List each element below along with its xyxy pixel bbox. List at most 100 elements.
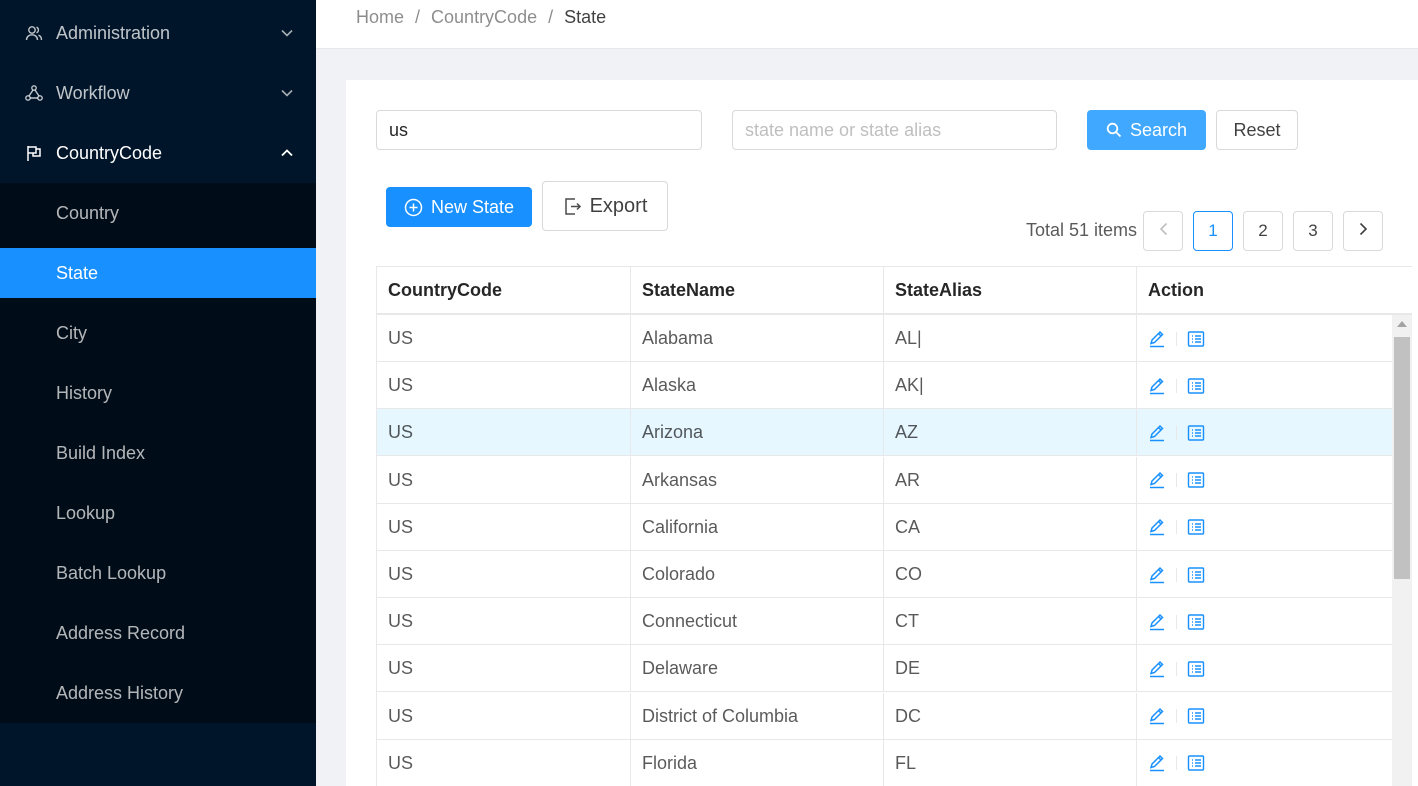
chevron-left-icon (1159, 221, 1168, 241)
sidebar-item-history[interactable]: History (0, 368, 316, 418)
export-button[interactable]: Export (542, 181, 668, 231)
country-code-input[interactable]: us (376, 110, 702, 150)
detail-list-icon[interactable] (1187, 330, 1205, 348)
table-row[interactable]: US Arkansas AR (377, 456, 1392, 504)
sidebar-item-batch-lookup[interactable]: Batch Lookup (0, 548, 316, 598)
edit-icon[interactable] (1148, 754, 1166, 772)
edit-icon[interactable] (1148, 613, 1166, 631)
breadcrumb: Home / CountryCode / State (356, 7, 606, 28)
states-table: CountryCode StateName StateAlias Action … (376, 266, 1412, 786)
detail-list-icon[interactable] (1187, 424, 1205, 442)
state-search-input[interactable]: state name or state alias (732, 110, 1057, 150)
cell-countrycode: US (377, 362, 631, 410)
sidebar: Administration Workflow CountryCode Coun… (0, 0, 316, 786)
pagination-prev[interactable] (1143, 211, 1183, 251)
cell-statealias: DE (884, 645, 1137, 693)
sidebar-item-lookup[interactable]: Lookup (0, 488, 316, 538)
pagination-next[interactable] (1343, 211, 1383, 251)
cell-action (1137, 315, 1392, 362)
sidebar-item-city[interactable]: City (0, 308, 316, 358)
detail-list-icon[interactable] (1187, 754, 1205, 772)
detail-list-icon[interactable] (1187, 377, 1205, 395)
action-divider (1176, 473, 1177, 488)
export-label: Export (589, 194, 648, 217)
column-header-statename[interactable]: StateName (631, 267, 884, 313)
cell-action (1137, 457, 1392, 504)
sidebar-item-country[interactable]: Country (0, 188, 316, 238)
pagination-page-2[interactable]: 2 (1243, 211, 1283, 251)
table-row[interactable]: US Alaska AK| (377, 362, 1392, 410)
edit-icon[interactable] (1148, 471, 1166, 489)
detail-list-icon[interactable] (1187, 613, 1205, 631)
flag-icon (24, 143, 44, 163)
reset-button[interactable]: Reset (1216, 110, 1298, 150)
cell-statealias: CO (884, 551, 1137, 598)
sidebar-item-address-record[interactable]: Address Record (0, 608, 316, 658)
column-header-countrycode[interactable]: CountryCode (377, 267, 631, 313)
edit-icon[interactable] (1148, 566, 1166, 584)
sidebar-item-build-index[interactable]: Build Index (0, 428, 316, 478)
cell-statename: Alabama (631, 315, 884, 362)
cell-statename: Delaware (631, 645, 884, 693)
edit-icon[interactable] (1148, 424, 1166, 442)
pagination-page-1[interactable]: 1 (1193, 211, 1233, 251)
edit-icon[interactable] (1148, 707, 1166, 725)
scroll-thumb[interactable] (1394, 337, 1410, 579)
cell-action (1137, 740, 1392, 786)
edit-icon[interactable] (1148, 518, 1166, 536)
workflow-icon (24, 83, 44, 103)
action-divider (1176, 709, 1177, 724)
table-row[interactable]: US District of Columbia DC (377, 692, 1392, 740)
search-button[interactable]: Search (1087, 110, 1206, 150)
page-header: Home / CountryCode / State (316, 0, 1418, 49)
table-row[interactable]: US Florida FL (377, 739, 1392, 786)
cell-statename: Connecticut (631, 598, 884, 646)
cell-action (1137, 362, 1392, 409)
cell-action (1137, 598, 1392, 645)
state-search-placeholder: state name or state alias (745, 119, 942, 140)
detail-list-icon[interactable] (1187, 566, 1205, 584)
pagination-page-3[interactable]: 3 (1293, 211, 1333, 251)
sidebar-item-label: Workflow (56, 82, 130, 103)
users-icon (24, 23, 44, 43)
sidebar-item-countrycode[interactable]: CountryCode (0, 123, 316, 183)
sidebar-item-label: Administration (56, 22, 171, 43)
scroll-up-arrow-icon[interactable] (1397, 321, 1407, 327)
table-row[interactable]: US Connecticut CT (377, 598, 1392, 646)
edit-icon[interactable] (1148, 377, 1166, 395)
table-row[interactable]: US Delaware DE (377, 645, 1392, 693)
table-row[interactable]: US Arizona AZ (377, 409, 1392, 457)
plus-circle-icon (404, 198, 423, 217)
sidebar-item-address-history[interactable]: Address History (0, 668, 316, 718)
table-row[interactable]: US Alabama AL| (377, 315, 1392, 362)
table-row[interactable]: US Colorado CO (377, 551, 1392, 598)
edit-icon[interactable] (1148, 330, 1166, 348)
action-divider (1176, 378, 1177, 393)
table-header: CountryCode StateName StateAlias Action (377, 267, 1412, 315)
breadcrumb-current: State (564, 7, 607, 27)
cell-countrycode: US (377, 598, 631, 646)
cell-countrycode: US (377, 456, 631, 504)
detail-list-icon[interactable] (1187, 518, 1205, 536)
column-header-statealias[interactable]: StateAlias (884, 267, 1137, 313)
sidebar-item-administration[interactable]: Administration (0, 3, 316, 63)
cell-statealias: CT (884, 598, 1137, 646)
new-state-button[interactable]: New State (386, 187, 532, 227)
search-icon (1106, 122, 1122, 138)
table-scrollbar[interactable] (1392, 315, 1412, 786)
breadcrumb-separator: / (548, 7, 554, 27)
sidebar-item-workflow[interactable]: Workflow (0, 63, 316, 123)
breadcrumb-countrycode[interactable]: CountryCode (431, 7, 537, 28)
detail-list-icon[interactable] (1187, 707, 1205, 725)
detail-list-icon[interactable] (1187, 471, 1205, 489)
cell-statename: Colorado (631, 551, 884, 598)
edit-icon[interactable] (1148, 660, 1166, 678)
cell-countrycode: US (377, 645, 631, 693)
table-row[interactable]: US California CA (377, 503, 1392, 551)
cell-statename: California (631, 503, 884, 551)
sidebar-item-state[interactable]: State (0, 248, 316, 298)
breadcrumb-home[interactable]: Home (356, 7, 404, 28)
detail-list-icon[interactable] (1187, 660, 1205, 678)
cell-statealias: FL (884, 739, 1137, 786)
cell-action (1137, 504, 1392, 551)
